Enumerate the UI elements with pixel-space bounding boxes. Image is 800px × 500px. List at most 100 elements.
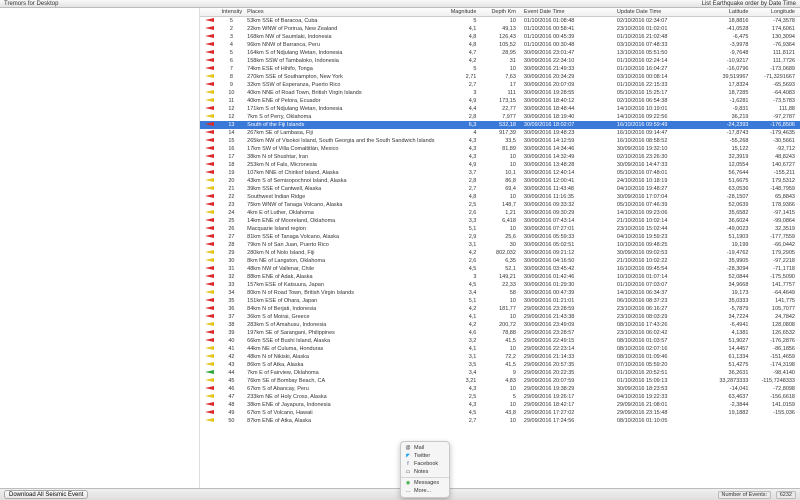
ctxmenu-facebook[interactable]: fFacebook (401, 460, 449, 468)
cell-update-dt: 30/09/2016 17:07:04 (614, 193, 707, 201)
col-arrow-header[interactable] (200, 8, 219, 17)
cell-lat: 15,122 (707, 145, 754, 153)
cell-update-dt: 16/10/2016 09:14:47 (614, 129, 707, 137)
table-row[interactable]: 29280km N of Nolo Island, Fiji4,2802,032… (200, 249, 800, 257)
ctxmenu-mail[interactable]: @Mail (401, 444, 449, 452)
cell-event-dt: 01/10/2016 01:08:48 (521, 17, 614, 26)
table-row[interactable]: 3684km N of Berjati, Indonesia4,2181,772… (200, 305, 800, 313)
col-intensity-header[interactable]: Intensity (219, 8, 245, 17)
table-row[interactable]: 35151km ESE of Ohara, Japan5,11030/09/20… (200, 297, 800, 305)
table-row[interactable]: 5164km S of Ndjulang Wetan, Indonesia4,7… (200, 49, 800, 57)
table-row[interactable]: 4066km SSE of Bushi Island, Alaska3,241,… (200, 337, 800, 345)
table-row[interactable]: 244km E of Luther, Oklahoma2,61,2130/09/… (200, 209, 800, 217)
table-row[interactable]: 932km SSW of Esperanza, Puerto Rico2,717… (200, 81, 800, 89)
table-row[interactable]: 38283km S of Amahusu, Indonesia4,2200,72… (200, 321, 800, 329)
cell-lat: 18,7285 (707, 89, 754, 97)
cell-intensity: 47 (219, 393, 245, 401)
table-row[interactable]: 39197km SE of Sarangani, Philippines4,67… (200, 329, 800, 337)
arrow-icon (205, 298, 214, 302)
table-row[interactable]: 4967km S of Volcano, Hawaii4,543,829/09/… (200, 409, 800, 417)
table-row[interactable]: 774km ESE of Hihifo, Tonga51030/09/2016 … (200, 65, 800, 73)
cell-magnitude: 4,3 (442, 385, 482, 393)
table-row[interactable]: 12171km S of Ndjulang Wetan, Indonesia4,… (200, 105, 800, 113)
table-row[interactable]: 18253km N of Fals, Micronesia4,91030/09/… (200, 161, 800, 169)
col-update-dt-header[interactable]: Update Date Time (614, 8, 707, 17)
col-magnitude-header[interactable]: Magnitude (442, 8, 482, 17)
table-row[interactable]: 2139km SSE of Cantwell, Alaska2,769,430/… (200, 185, 800, 193)
table-row[interactable]: 13South of the Fiji Islands6,3532,1830/0… (200, 121, 800, 129)
table-row[interactable]: 2375km WNW of Tanaga Volcano, Alaska2,51… (200, 201, 800, 209)
cell-lon: 105,7077 (753, 305, 800, 313)
col-lon-header[interactable]: Longitude (753, 8, 800, 17)
download-button[interactable]: Download All Seismic Event (4, 490, 88, 499)
ctxmenu-notes[interactable]: ▭Notes (401, 468, 449, 476)
cell-lon: 141,7757 (753, 281, 800, 289)
table-row[interactable]: 8270km SSE of Southampton, New York2,717… (200, 73, 800, 81)
table-row[interactable]: 1040km NNE of Road Town, British Virgin … (200, 89, 800, 97)
table-row[interactable]: 22Southwest Indian Ridge4,81030/09/2016 … (200, 193, 800, 201)
cell-depth: 917,39 (481, 129, 521, 137)
cell-intensity: 9 (219, 81, 245, 89)
cell-lat: 51,6675 (707, 177, 754, 185)
arrow-icon (205, 74, 214, 78)
table-row[interactable]: 2781km SSE of Tanaga Volcano, Alaska2,92… (200, 233, 800, 241)
table-row[interactable]: 3168km NW of Saumlaki, Indonesia4,8126,4… (200, 33, 800, 41)
cell-lat: 51,9027 (707, 337, 754, 345)
col-places-header[interactable]: Places (244, 8, 442, 17)
table-row[interactable]: 4667km S of Abancay, Peru4,31029/09/2016… (200, 385, 800, 393)
table-row[interactable]: 5087km ENE of Atka, Alaska2,71029/09/201… (200, 417, 800, 425)
cell-update-dt: 01/10/2016 15:09:13 (614, 377, 707, 385)
table-row[interactable]: 1140km ENE of Pelora, Ecuador4,9173,1530… (200, 97, 800, 105)
cell-place: 87km ENE of Atka, Alaska (244, 417, 442, 425)
cell-lon: 178,9366 (753, 201, 800, 209)
table-row[interactable]: 496km NNW of Barranca, Peru4,8105,5201/1… (200, 41, 800, 49)
table-row[interactable]: 4838km ENE of Jayapura, Indonesia4,31029… (200, 401, 800, 409)
table-row[interactable]: 447km E of Fairview, Oklahoma3,4929/09/2… (200, 369, 800, 377)
table-row[interactable]: 14267km SE of Lambasa, Fiji4917,3930/09/… (200, 129, 800, 137)
arrow-icon (205, 218, 214, 222)
table-row[interactable]: 3148km NW of Vallenar, Chile4,552,130/09… (200, 265, 800, 273)
cell-lat: 14,4457 (707, 345, 754, 353)
table-row[interactable]: 3736km S of Moirai, Greece4,11029/09/201… (200, 313, 800, 321)
table-row[interactable]: 553km SSE of Baracoa, Cuba51001/10/2016 … (200, 17, 800, 26)
cell-lon: -151,4659 (753, 353, 800, 361)
table-row[interactable]: 222km WNW of Porirua, New Zealand4,149,1… (200, 25, 800, 33)
table-row[interactable]: 3480km N of Road Town, British Virgin Is… (200, 289, 800, 297)
cell-intensity: 13 (219, 121, 245, 129)
table-row[interactable]: 4144km NE of Culuma, Honduras4,11029/09/… (200, 345, 800, 353)
table-row[interactable]: 19107km NNE of Chirikof Island, Alaska3,… (200, 169, 800, 177)
cell-depth: 10 (481, 417, 521, 425)
col-depth-header[interactable]: Depth Km (481, 8, 521, 17)
table-row[interactable]: 4248km N of Nikiski, Alaska3,172,229/09/… (200, 353, 800, 361)
cell-event-dt: 30/09/2016 23:01:47 (521, 49, 614, 57)
ctxmenu-messages[interactable]: ◉Messages (401, 479, 449, 487)
table-row[interactable]: 2514km ENE of Mooreland, Oklahoma3,36,41… (200, 217, 800, 225)
table-row[interactable]: 33157km ESE of Katsuura, Japan4,522,3330… (200, 281, 800, 289)
cell-event-dt: 29/09/2016 18:42:17 (521, 401, 614, 409)
ctxmenu-more[interactable]: …More... (401, 487, 449, 488)
arrow-icon (205, 202, 214, 206)
table-row[interactable]: 1617km SW of Villa Comaltitlán, Mexico4,… (200, 145, 800, 153)
table-row[interactable]: 6158km SSW of Tambaloko, Indonesia4,2313… (200, 57, 800, 65)
table-row[interactable]: 2043km S of Semisopochnoi Island, Alaska… (200, 177, 800, 185)
table-row[interactable]: 2879km N of San Juan, Puerto Rico3,13030… (200, 241, 800, 249)
cell-update-dt: 01/10/2016 16:04:27 (614, 65, 707, 73)
cell-event-dt: 29/09/2016 22:23:14 (521, 345, 614, 353)
cell-lat: -6,475 (707, 33, 754, 41)
col-event-dt-header[interactable]: Event Date Time (521, 8, 614, 17)
col-lat-header[interactable]: Latitude (707, 8, 754, 17)
table-row[interactable]: 47233km NE of Holy Cross, Alaska2,5529/0… (200, 393, 800, 401)
arrow-icon (205, 26, 214, 30)
ctxmenu-twitter[interactable]: ◤Twitter (401, 452, 449, 460)
table-row[interactable]: 3288km ENE of Adak, Alaska3149,2130/09/2… (200, 273, 800, 281)
facebook-icon: f (405, 461, 411, 467)
table-row[interactable]: 127km S of Perry, Oklahoma2,87,97730/09/… (200, 113, 800, 121)
table-row[interactable]: 15265km NW of Visokoi Island, South Geor… (200, 137, 800, 145)
table-row[interactable]: 4386km S of Atka, Alaska3,541,529/09/201… (200, 361, 800, 369)
table-row[interactable]: 4576km SE of Bombay Beach, CA3,214,8329/… (200, 377, 800, 385)
cell-event-dt: 30/09/2016 05:02:51 (521, 241, 614, 249)
table-row[interactable]: 308km NE of Langston, Oklahoma2,66,3530/… (200, 257, 800, 265)
table-row[interactable]: 26Macquarie Island region5,11030/09/2016… (200, 225, 800, 233)
table-row[interactable]: 1738km N of Shushtar, Iran4,31030/09/201… (200, 153, 800, 161)
cell-event-dt: 29/09/2016 22:49:15 (521, 337, 614, 345)
